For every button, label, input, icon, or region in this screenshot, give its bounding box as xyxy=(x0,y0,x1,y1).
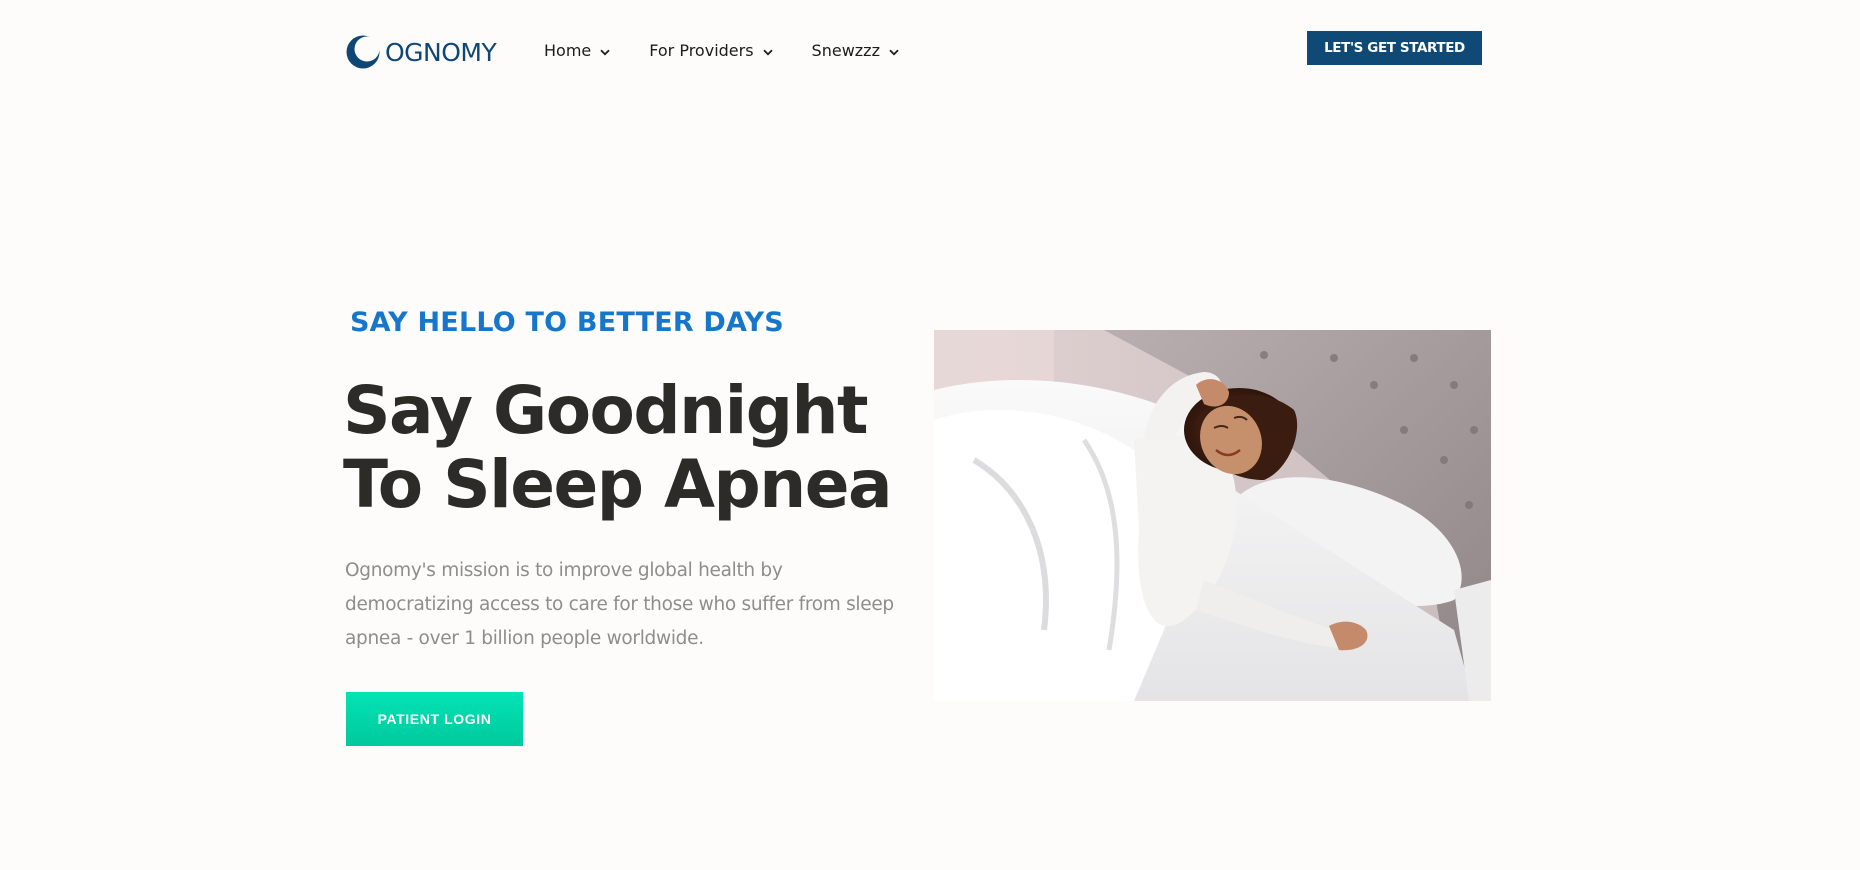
hero-headline-line2: To Sleep Apnea xyxy=(343,446,893,523)
chevron-down-icon xyxy=(889,41,899,60)
hero-headline-line1: Say Goodnight xyxy=(343,372,869,449)
nav-item-label: For Providers xyxy=(649,41,754,60)
nav-item-for-providers[interactable]: For Providers xyxy=(649,41,773,60)
patient-login-button[interactable]: PATIENT LOGIN xyxy=(346,692,523,746)
chevron-down-icon xyxy=(600,41,610,60)
main-nav: Home For Providers Snewzzz xyxy=(544,41,899,60)
logo-text: OGNOMY xyxy=(385,37,497,67)
hero-eyebrow: SAY HELLO TO BETTER DAYS xyxy=(350,307,784,338)
crescent-logo-icon xyxy=(346,35,380,69)
lets-get-started-button[interactable]: LET'S GET STARTED xyxy=(1307,31,1482,65)
logo-link[interactable]: OGNOMY xyxy=(346,34,497,70)
chevron-down-icon xyxy=(762,41,773,60)
mission-text: Ognomy's mission is to improve global he… xyxy=(345,560,894,649)
nav-item-label: Snewzzz xyxy=(811,41,880,60)
site-header: OGNOMY Home For Providers Snewzzz LET'S … xyxy=(0,0,1860,105)
nav-item-snewzzz[interactable]: Snewzzz xyxy=(812,41,899,60)
hero-photo-illustration xyxy=(934,330,1491,701)
nav-item-label: Home xyxy=(544,41,592,60)
nav-item-home[interactable]: Home xyxy=(544,41,610,60)
hero-image xyxy=(934,330,1491,701)
hero-headline: Say Goodnight To Sleep Apnea xyxy=(343,372,893,523)
